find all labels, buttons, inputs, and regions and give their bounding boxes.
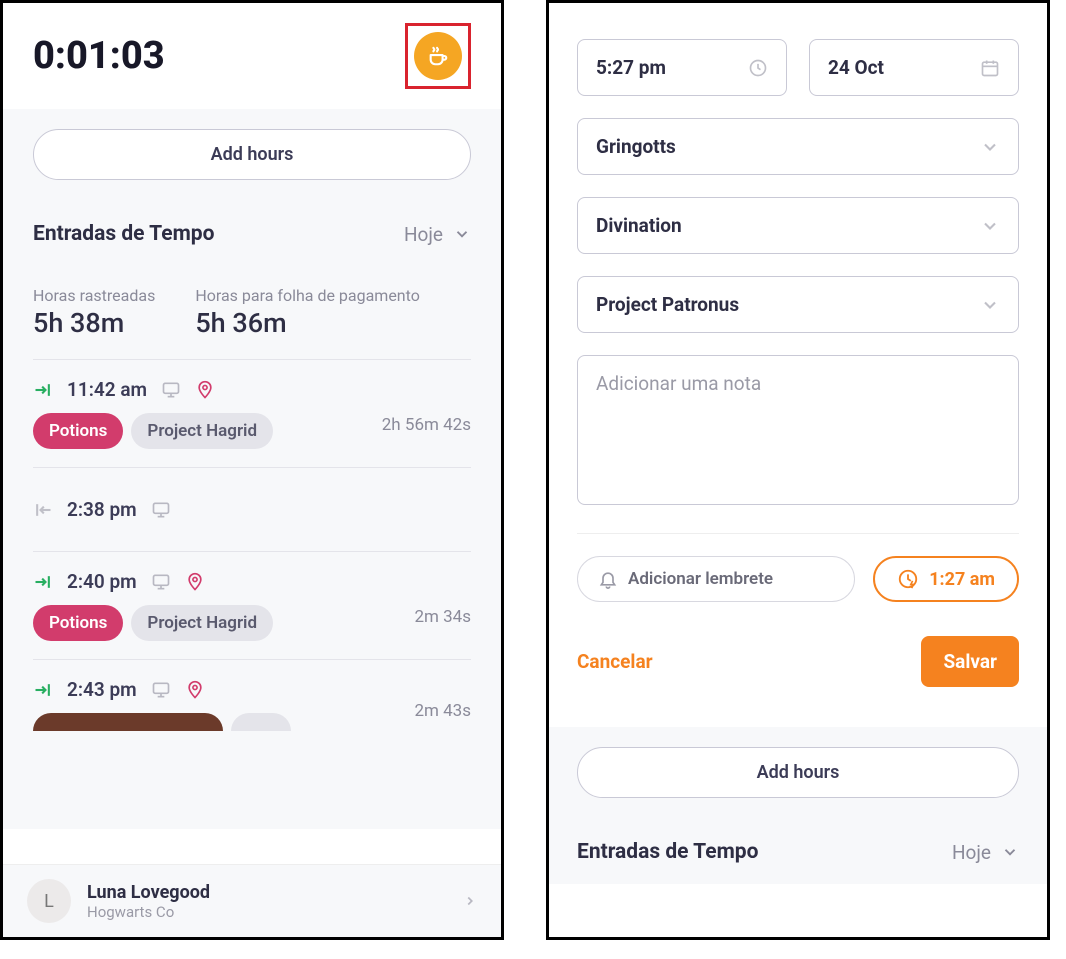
- entries-title: Entradas de Tempo: [577, 840, 758, 864]
- date-filter[interactable]: Hoje: [952, 841, 1019, 864]
- break-button[interactable]: [414, 32, 462, 80]
- payroll-label: Horas para folha de pagamento: [195, 286, 420, 305]
- tracked-label: Horas rastreadas: [33, 286, 155, 305]
- entry-time: 2:38 pm: [67, 498, 137, 521]
- avatar: L: [27, 879, 71, 923]
- notes-placeholder: Adicionar uma nota: [596, 372, 761, 395]
- monitor-icon: [161, 380, 181, 400]
- date-filter-label: Hoje: [952, 841, 991, 864]
- entry-time: 2:40 pm: [67, 570, 137, 593]
- entries-header: Entradas de Tempo Hoje: [33, 222, 471, 246]
- cancel-button[interactable]: Cancelar: [577, 650, 653, 673]
- chevron-down-icon: [1001, 843, 1019, 861]
- time-entry[interactable]: 11:42 am Potions Project Hagrid 2h 56m 4…: [33, 360, 471, 468]
- break-highlight: [405, 23, 471, 89]
- monitor-icon: [151, 680, 171, 700]
- time-entry[interactable]: 2:40 pm Potions Project Hagrid 2m 34s: [33, 552, 471, 660]
- tag-project-partial: [231, 713, 291, 731]
- time-entry[interactable]: 2:38 pm: [33, 468, 471, 552]
- add-hours-button[interactable]: Add hours: [33, 129, 471, 180]
- department-value: Divination: [596, 214, 682, 237]
- tag-task: Potions: [33, 605, 123, 641]
- content-area: Add hours Entradas de Tempo Hoje Horas r…: [3, 109, 501, 829]
- department-select[interactable]: Divination: [577, 197, 1019, 254]
- reminder-label: Adicionar lembrete: [628, 569, 773, 589]
- auto-clockout-button[interactable]: 1:27 am: [873, 556, 1019, 602]
- location-icon: [185, 572, 205, 592]
- entry-duration: 2m 34s: [414, 607, 471, 627]
- tag-task-partial: [33, 713, 223, 731]
- tracked-value: 5h 38m: [33, 307, 155, 339]
- left-panel: 0:01:03 Add hours Entradas de Tempo Hoje: [0, 0, 504, 940]
- tag-project: Project Hagrid: [131, 605, 273, 641]
- location-icon: [195, 380, 215, 400]
- user-name: Luna Lovegood: [87, 882, 210, 903]
- clock-in-icon: [33, 380, 53, 400]
- company-select[interactable]: Gringotts: [577, 118, 1019, 175]
- user-footer[interactable]: L Luna Lovegood Hogwarts Co: [3, 864, 501, 937]
- entries-title: Entradas de Tempo: [33, 222, 214, 246]
- date-value: 24 Oct: [828, 56, 884, 79]
- clock-in-icon: [33, 680, 53, 700]
- clock-in-icon: [33, 572, 53, 592]
- topbar: 0:01:03: [3, 3, 501, 109]
- clock-out-icon: [33, 500, 53, 520]
- clock-icon: [748, 58, 768, 78]
- clockout-time: 1:27 am: [929, 569, 995, 590]
- project-value: Project Patronus: [596, 293, 739, 316]
- tag-task: Potions: [33, 413, 123, 449]
- timer-display: 0:01:03: [33, 34, 165, 78]
- monitor-icon: [151, 500, 171, 520]
- entry-duration: 2m 43s: [414, 701, 471, 721]
- summary-row: Horas rastreadas 5h 38m Horas para folha…: [33, 286, 471, 360]
- user-org: Hogwarts Co: [87, 903, 210, 921]
- location-icon: [185, 680, 205, 700]
- time-value: 5:27 pm: [596, 56, 666, 79]
- notes-input[interactable]: Adicionar uma nota: [577, 355, 1019, 505]
- right-panel: 5:27 pm 24 Oct Gringotts Divination Proj…: [546, 0, 1050, 940]
- date-filter-label: Hoje: [404, 223, 443, 246]
- chevron-down-icon: [453, 225, 471, 243]
- chevron-down-icon: [980, 295, 1000, 315]
- payroll-summary: Horas para folha de pagamento 5h 36m: [195, 286, 420, 339]
- entry-time: 2:43 pm: [67, 678, 137, 701]
- clock-bolt-icon: [897, 568, 919, 590]
- date-filter[interactable]: Hoje: [404, 223, 471, 246]
- entry-duration: 2h 56m 42s: [382, 415, 471, 435]
- add-reminder-button[interactable]: Adicionar lembrete: [577, 556, 855, 602]
- add-hours-button[interactable]: Add hours: [577, 747, 1019, 798]
- form-area: 5:27 pm 24 Oct Gringotts Divination Proj…: [549, 3, 1047, 687]
- chevron-down-icon: [980, 216, 1000, 236]
- calendar-icon: [980, 58, 1000, 78]
- coffee-icon: [427, 45, 449, 67]
- lower-section: Add hours Entradas de Tempo Hoje: [549, 727, 1047, 884]
- chevron-right-icon: [463, 894, 477, 908]
- project-select[interactable]: Project Patronus: [577, 276, 1019, 333]
- monitor-icon: [151, 572, 171, 592]
- entry-time: 11:42 am: [67, 378, 147, 401]
- date-field[interactable]: 24 Oct: [809, 39, 1019, 96]
- tracked-summary: Horas rastreadas 5h 38m: [33, 286, 155, 339]
- chevron-down-icon: [980, 137, 1000, 157]
- company-value: Gringotts: [596, 135, 676, 158]
- save-button[interactable]: Salvar: [921, 636, 1019, 687]
- bell-icon: [598, 569, 618, 589]
- payroll-value: 5h 36m: [195, 307, 420, 339]
- time-entry[interactable]: 2:43 pm 2m 43s: [33, 660, 471, 749]
- time-field[interactable]: 5:27 pm: [577, 39, 787, 96]
- tag-project: Project Hagrid: [131, 413, 273, 449]
